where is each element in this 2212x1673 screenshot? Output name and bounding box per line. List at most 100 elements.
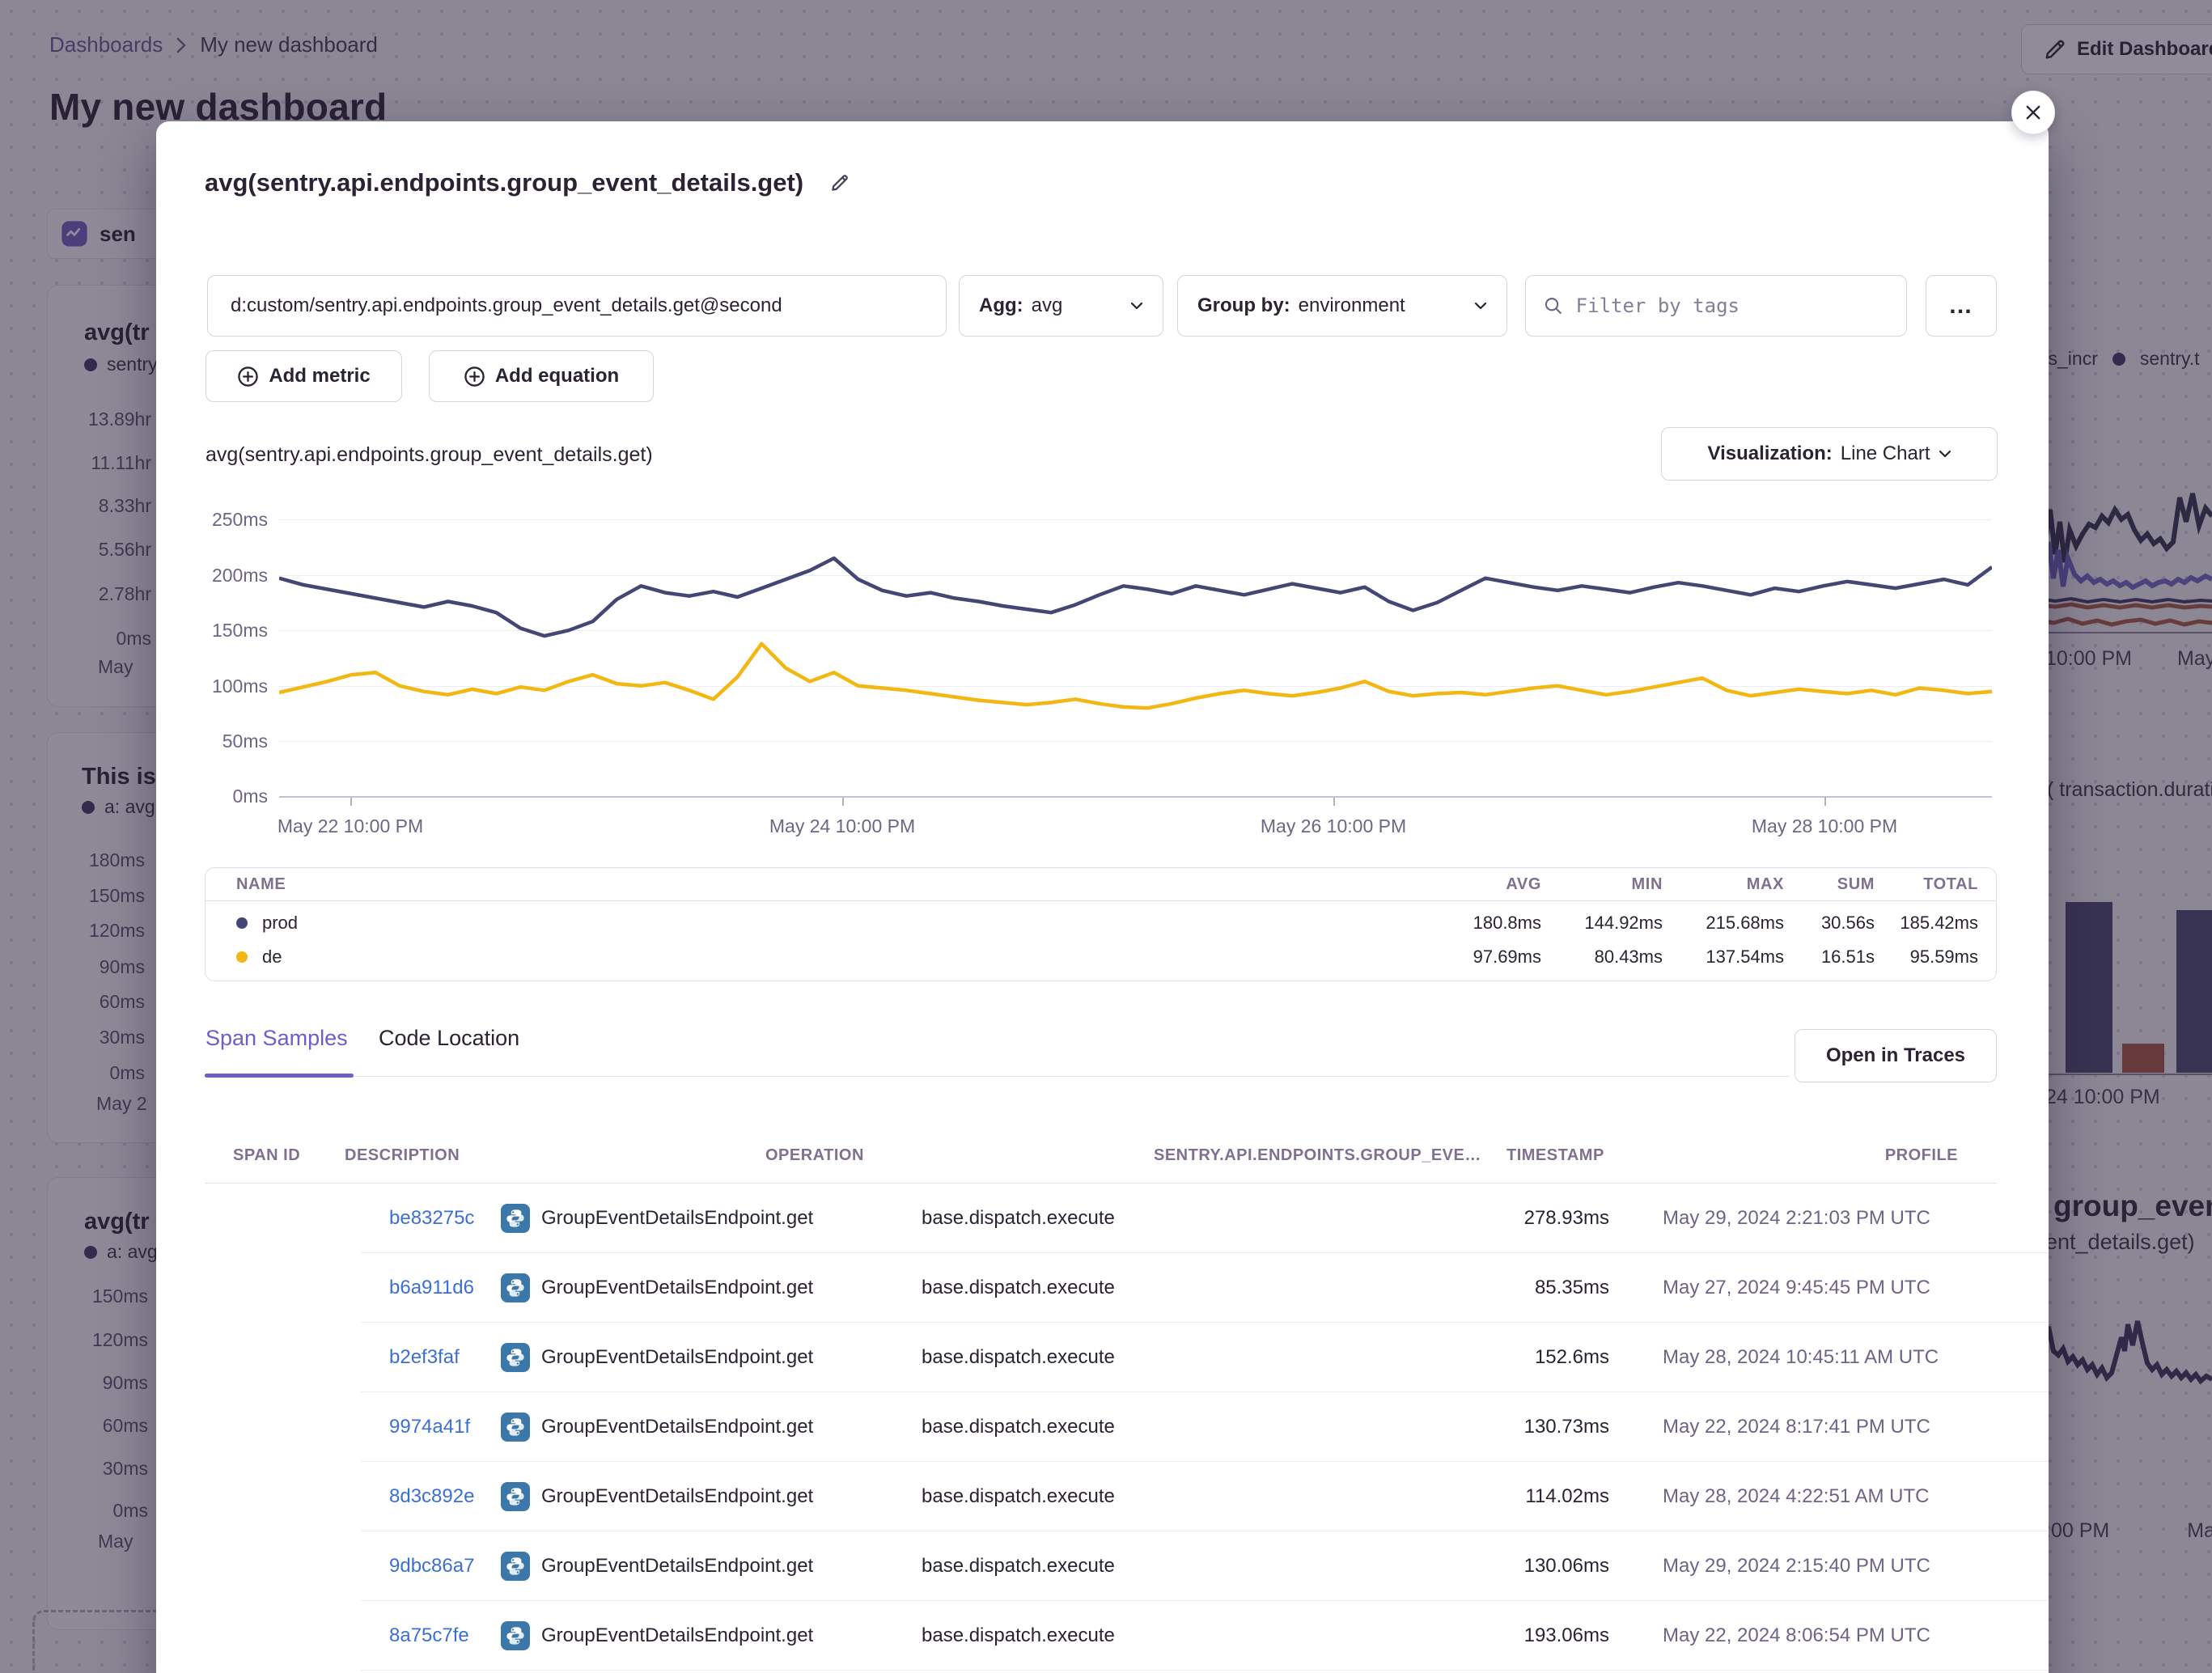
span-id-link[interactable]: 9974a41f — [361, 1416, 501, 1438]
header-timestamp: TIMESTAMP — [1453, 1146, 1833, 1165]
span-row[interactable]: b2ef3faf GroupEventDetailsEndpoint.get b… — [361, 1323, 2049, 1392]
span-metric-value: 85.35ms — [1310, 1277, 1609, 1299]
summary-header-sum: SUM — [1784, 875, 1875, 894]
chart-plot-area[interactable] — [279, 510, 1992, 801]
add-equation-label: Add equation — [495, 365, 619, 388]
span-id-link[interactable]: b2ef3faf — [361, 1346, 501, 1369]
series-de-line — [279, 644, 1992, 709]
span-id-link[interactable]: 9dbc86a7 — [361, 1555, 501, 1578]
python-icon — [501, 1273, 530, 1302]
xtick-mark — [1824, 798, 1826, 806]
modal-close-button[interactable] — [2011, 91, 2055, 134]
tab-code-location[interactable]: Code Location — [379, 1026, 519, 1051]
span-description: GroupEventDetailsEndpoint.get — [541, 1416, 813, 1438]
header-span-id: SPAN ID — [205, 1146, 345, 1165]
span-timestamp: May 28, 2024 10:45:11 AM UTC — [1609, 1346, 1990, 1369]
ytick-0ms: 0ms — [179, 786, 268, 807]
modal-title: avg(sentry.api.endpoints.group_event_det… — [205, 168, 803, 197]
xtick-mark — [350, 798, 352, 806]
ytick-250ms: 250ms — [179, 509, 268, 531]
span-id-link[interactable]: b6a911d6 — [361, 1277, 501, 1299]
span-metric-value: 278.93ms — [1310, 1207, 1609, 1230]
series-name: prod — [262, 913, 298, 934]
span-operation: base.dispatch.execute — [922, 1277, 1310, 1299]
span-id-link[interactable]: 8d3c892e — [361, 1485, 501, 1508]
summary-row-de[interactable]: de 97.69ms 80.43ms 137.54ms 16.51s 95.59… — [206, 940, 1996, 974]
series-total: 95.59ms — [1875, 947, 1996, 968]
summary-header-total: TOTAL — [1875, 875, 1996, 894]
metric-query-field[interactable] — [207, 275, 947, 337]
span-operation: base.dispatch.execute — [922, 1624, 1310, 1647]
series-prod-line — [279, 558, 1992, 636]
plus-circle-icon — [237, 366, 259, 388]
close-icon — [2023, 103, 2043, 122]
span-timestamp: May 27, 2024 9:45:45 PM UTC — [1609, 1277, 1990, 1299]
span-row[interactable]: 9974a41f GroupEventDetailsEndpoint.get b… — [361, 1392, 2049, 1462]
open-in-traces-label: Open in Traces — [1826, 1044, 1965, 1067]
header-profile: PROFILE — [1833, 1146, 1997, 1165]
series-max: 137.54ms — [1663, 947, 1784, 968]
groupby-label: Group by: — [1197, 294, 1290, 317]
span-timestamp: May 22, 2024 8:06:54 PM UTC — [1609, 1624, 1990, 1647]
summary-header-max: MAX — [1663, 875, 1784, 894]
xtick-may24: May 24 10:00 PM — [769, 815, 915, 837]
ytick-50ms: 50ms — [179, 731, 268, 752]
series-sum: 30.56s — [1784, 913, 1875, 934]
series-sum: 16.51s — [1784, 947, 1875, 968]
span-metric-value: 193.06ms — [1310, 1624, 1609, 1647]
modal-header: avg(sentry.api.endpoints.group_event_det… — [205, 168, 852, 197]
span-id-link[interactable]: be83275c — [361, 1207, 501, 1230]
span-description: GroupEventDetailsEndpoint.get — [541, 1277, 813, 1299]
open-in-traces-button[interactable]: Open in Traces — [1795, 1029, 1997, 1082]
visualization-select[interactable]: Visualization: Line Chart — [1661, 427, 1998, 481]
edit-title-pencil-icon[interactable] — [828, 171, 852, 195]
xtick-may26: May 26 10:00 PM — [1261, 815, 1406, 837]
summary-header-name: NAME — [206, 875, 1420, 894]
summary-header-avg: AVG — [1420, 875, 1541, 894]
more-options-button[interactable]: … — [1926, 275, 1997, 337]
span-row[interactable]: b6a911d6 GroupEventDetailsEndpoint.get b… — [361, 1253, 2049, 1323]
python-icon — [501, 1343, 530, 1372]
python-icon — [501, 1204, 530, 1233]
summary-row-prod[interactable]: prod 180.8ms 144.92ms 215.68ms 30.56s 18… — [206, 906, 1996, 940]
visualization-label: Visualization: — [1708, 443, 1833, 465]
groupby-value: environment — [1299, 294, 1405, 317]
header-metric-value: SENTRY.API.ENDPOINTS.GROUP_EVE… — [1154, 1146, 1453, 1165]
series-avg: 97.69ms — [1420, 947, 1541, 968]
tab-span-samples[interactable]: Span Samples — [206, 1026, 348, 1051]
python-icon — [501, 1413, 530, 1442]
chart-title: avg(sentry.api.endpoints.group_event_det… — [206, 443, 653, 467]
span-row[interactable]: 8a75c7fe GroupEventDetailsEndpoint.get b… — [361, 1601, 2049, 1671]
tag-filter-field[interactable] — [1525, 275, 1907, 337]
xtick-mark — [842, 798, 844, 806]
series-name: de — [262, 947, 282, 968]
series-color-dot — [236, 951, 248, 963]
span-timestamp: May 29, 2024 2:21:03 PM UTC — [1609, 1207, 1990, 1230]
span-metric-value: 152.6ms — [1310, 1346, 1609, 1369]
span-row[interactable]: 8d3c892e GroupEventDetailsEndpoint.get b… — [361, 1462, 2049, 1531]
ellipsis-icon: … — [1948, 292, 1974, 320]
span-operation: base.dispatch.execute — [922, 1346, 1310, 1369]
span-timestamp: May 29, 2024 2:15:40 PM UTC — [1609, 1555, 1990, 1578]
span-row[interactable]: 9dbc86a7 GroupEventDetailsEndpoint.get b… — [361, 1531, 2049, 1601]
tag-filter-input[interactable] — [1574, 294, 1888, 318]
summary-header-row: NAME AVG MIN MAX SUM TOTAL — [206, 868, 1996, 901]
groupby-select[interactable]: Group by: environment — [1177, 275, 1507, 337]
span-row[interactable]: be83275c GroupEventDetailsEndpoint.get b… — [361, 1184, 2049, 1253]
series-color-dot — [236, 917, 248, 929]
agg-select[interactable]: Agg: avg — [959, 275, 1163, 337]
metric-query-input[interactable] — [229, 294, 925, 318]
span-description: GroupEventDetailsEndpoint.get — [541, 1555, 813, 1578]
span-description: GroupEventDetailsEndpoint.get — [541, 1485, 813, 1508]
series-total: 185.42ms — [1875, 913, 1996, 934]
span-id-link[interactable]: 8a75c7fe — [361, 1624, 501, 1647]
chevron-down-icon — [1130, 302, 1143, 310]
plus-circle-icon — [464, 366, 485, 388]
series-max: 215.68ms — [1663, 913, 1784, 934]
add-equation-button[interactable]: Add equation — [429, 350, 654, 402]
add-metric-button[interactable]: Add metric — [206, 350, 402, 402]
agg-label: Agg: — [979, 294, 1023, 317]
chevron-down-icon — [1474, 302, 1487, 310]
chevron-down-icon — [1939, 450, 1951, 458]
python-icon — [501, 1482, 530, 1511]
